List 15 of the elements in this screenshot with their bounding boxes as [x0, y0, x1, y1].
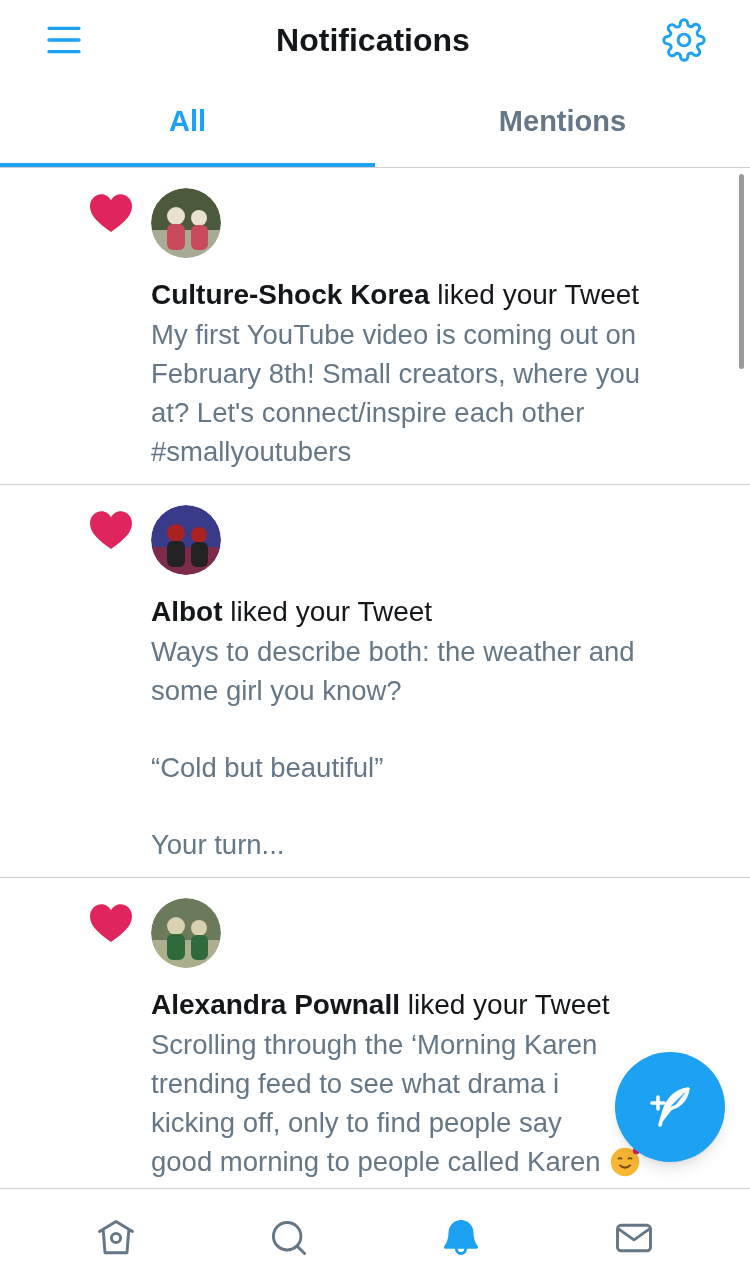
tab[interactable]: All [0, 80, 375, 167]
tweet-text: Your turn... [151, 828, 285, 862]
notification-title: Culture-Shock Korea liked your Tweet [151, 278, 641, 312]
settings-icon[interactable] [662, 18, 706, 62]
heart-icon [90, 511, 132, 550]
notification-title: Alexandra Pownall liked your Tweet [151, 988, 611, 1022]
page-title: Notifications [276, 21, 470, 60]
heart-icon [90, 904, 132, 943]
notification-title: Albot liked your Tweet [151, 595, 434, 629]
tab[interactable]: Mentions [375, 80, 750, 167]
tweet-text: Ways to describe both: the weather and some girl you know? [151, 635, 635, 708]
tweet-text: My first YouTube video is coming out on February 8th! Small creators, where you at? Let's connect/inspire each other #smallyoutubers [151, 318, 641, 469]
heart-icon [90, 194, 132, 233]
tweet-text: Scrolling through the ‘Morning Karen trending feed to see what drama i kicking off, only to find people say good morning to people called Karen [151, 1028, 601, 1179]
tweet-text: “Cold but beautiful” [151, 751, 384, 785]
